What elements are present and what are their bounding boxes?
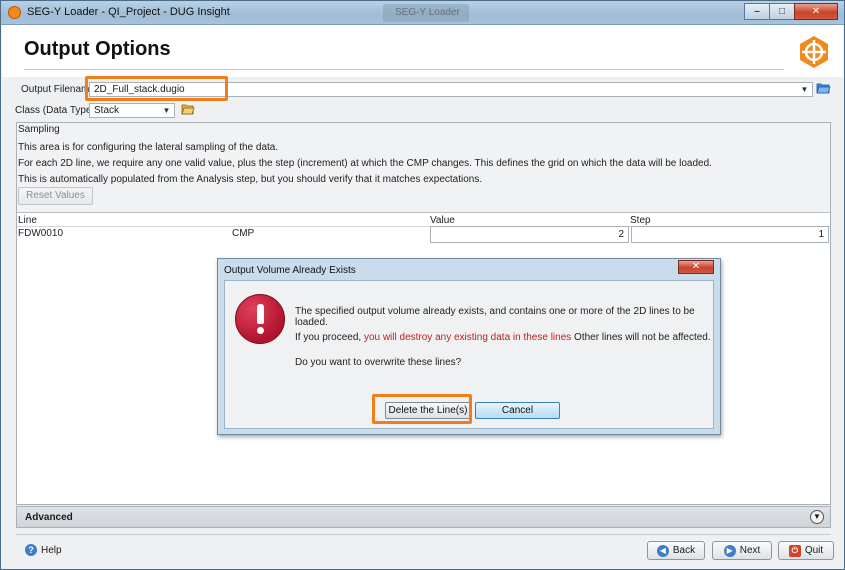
maximize-button[interactable]: □	[769, 3, 795, 20]
back-button[interactable]: ◀ Back	[647, 541, 705, 560]
reset-values-button[interactable]: Reset Values	[18, 187, 93, 205]
dialog-message-1: The specified output volume already exis…	[295, 306, 695, 328]
app-icon	[8, 6, 21, 19]
row-value-input[interactable]: 2	[430, 226, 629, 243]
next-arrow-icon: ▶	[723, 544, 736, 557]
dialog-title: Output Volume Already Exists	[224, 265, 356, 276]
row-type: CMP	[232, 228, 255, 239]
column-header-value[interactable]: Value	[430, 215, 455, 226]
class-label: Class (Data Type)	[15, 105, 95, 116]
close-window-button[interactable]: ✕	[794, 3, 838, 20]
sampling-info-1: This area is for configuring the lateral…	[18, 142, 279, 153]
window-title: SEG-Y Loader - QI_Project - DUG Insight	[27, 6, 230, 18]
double-chevron-down-icon[interactable]: ▼	[810, 510, 824, 524]
advanced-label: Advanced	[25, 512, 73, 523]
output-exists-dialog: Output Volume Already Exists ✕ The speci…	[217, 258, 721, 435]
sampling-info-2: For each 2D line, we require any one val…	[18, 158, 712, 169]
row-step-input[interactable]: 1	[631, 226, 829, 243]
row-line-name: FDW0010	[18, 228, 64, 239]
dug-logo-icon	[800, 36, 828, 68]
class-select[interactable]: Stack ▼	[89, 103, 175, 118]
column-header-step[interactable]: Step	[630, 215, 651, 226]
back-arrow-icon: ◀	[656, 544, 669, 557]
dialog-warning-text: you will destroy any existing data in th…	[363, 332, 572, 343]
main-window: SEG-Y Loader - QI_Project - DUG Insight …	[0, 0, 845, 570]
warning-exclamation-icon	[235, 294, 285, 344]
column-header-line[interactable]: Line	[18, 215, 37, 226]
dialog-message-2-suffix: Other lines will not be affected.	[571, 332, 711, 343]
advanced-section[interactable]: Advanced ▼	[16, 506, 831, 528]
next-label: Next	[739, 545, 761, 556]
help-icon: ?	[25, 544, 37, 556]
page-header: Output Options	[2, 25, 843, 77]
open-folder-icon[interactable]	[816, 81, 831, 95]
output-filename-value[interactable]: 2D_Full_stack.dugio	[94, 84, 185, 95]
dialog-message-2-prefix: If you proceed,	[295, 332, 364, 343]
quit-button[interactable]: ⏻ Quit	[778, 541, 834, 560]
dialog-message-3: Do you want to overwrite these lines?	[295, 357, 462, 368]
chevron-down-icon[interactable]: ▼	[799, 84, 810, 95]
help-link[interactable]: ? Help	[25, 544, 62, 556]
minimize-button[interactable]: –	[744, 3, 770, 20]
output-filename-label: Output Filename	[21, 84, 95, 95]
help-label: Help	[41, 544, 62, 556]
sampling-title: Sampling	[18, 124, 60, 135]
output-filename-combo[interactable]: 2D_Full_stack.dugio ▼	[89, 82, 813, 97]
dialog-body: The specified output volume already exis…	[224, 280, 714, 429]
footer-divider	[16, 534, 831, 535]
back-label: Back	[672, 545, 696, 556]
title-bar[interactable]: SEG-Y Loader - QI_Project - DUG Insight …	[1, 1, 844, 25]
delete-lines-button[interactable]: Delete the Line(s)	[385, 402, 471, 419]
sampling-info-3: This is automatically populated from the…	[18, 174, 483, 185]
cancel-button[interactable]: Cancel	[475, 402, 560, 419]
window-controls: – □ ✕	[744, 3, 838, 20]
chevron-down-icon[interactable]: ▼	[161, 105, 172, 116]
next-button[interactable]: ▶ Next	[712, 541, 772, 560]
class-value[interactable]: Stack	[94, 105, 119, 116]
folder-icon[interactable]	[181, 103, 195, 116]
background-window-tab: SEG-Y Loader	[383, 4, 469, 22]
dialog-close-button[interactable]: ✕	[678, 260, 714, 274]
header-divider	[24, 69, 784, 70]
page-title: Output Options	[24, 38, 171, 60]
dialog-message-2: If you proceed, you will destroy any exi…	[295, 332, 711, 343]
power-icon: ⏻	[788, 544, 801, 557]
quit-label: Quit	[804, 545, 824, 556]
